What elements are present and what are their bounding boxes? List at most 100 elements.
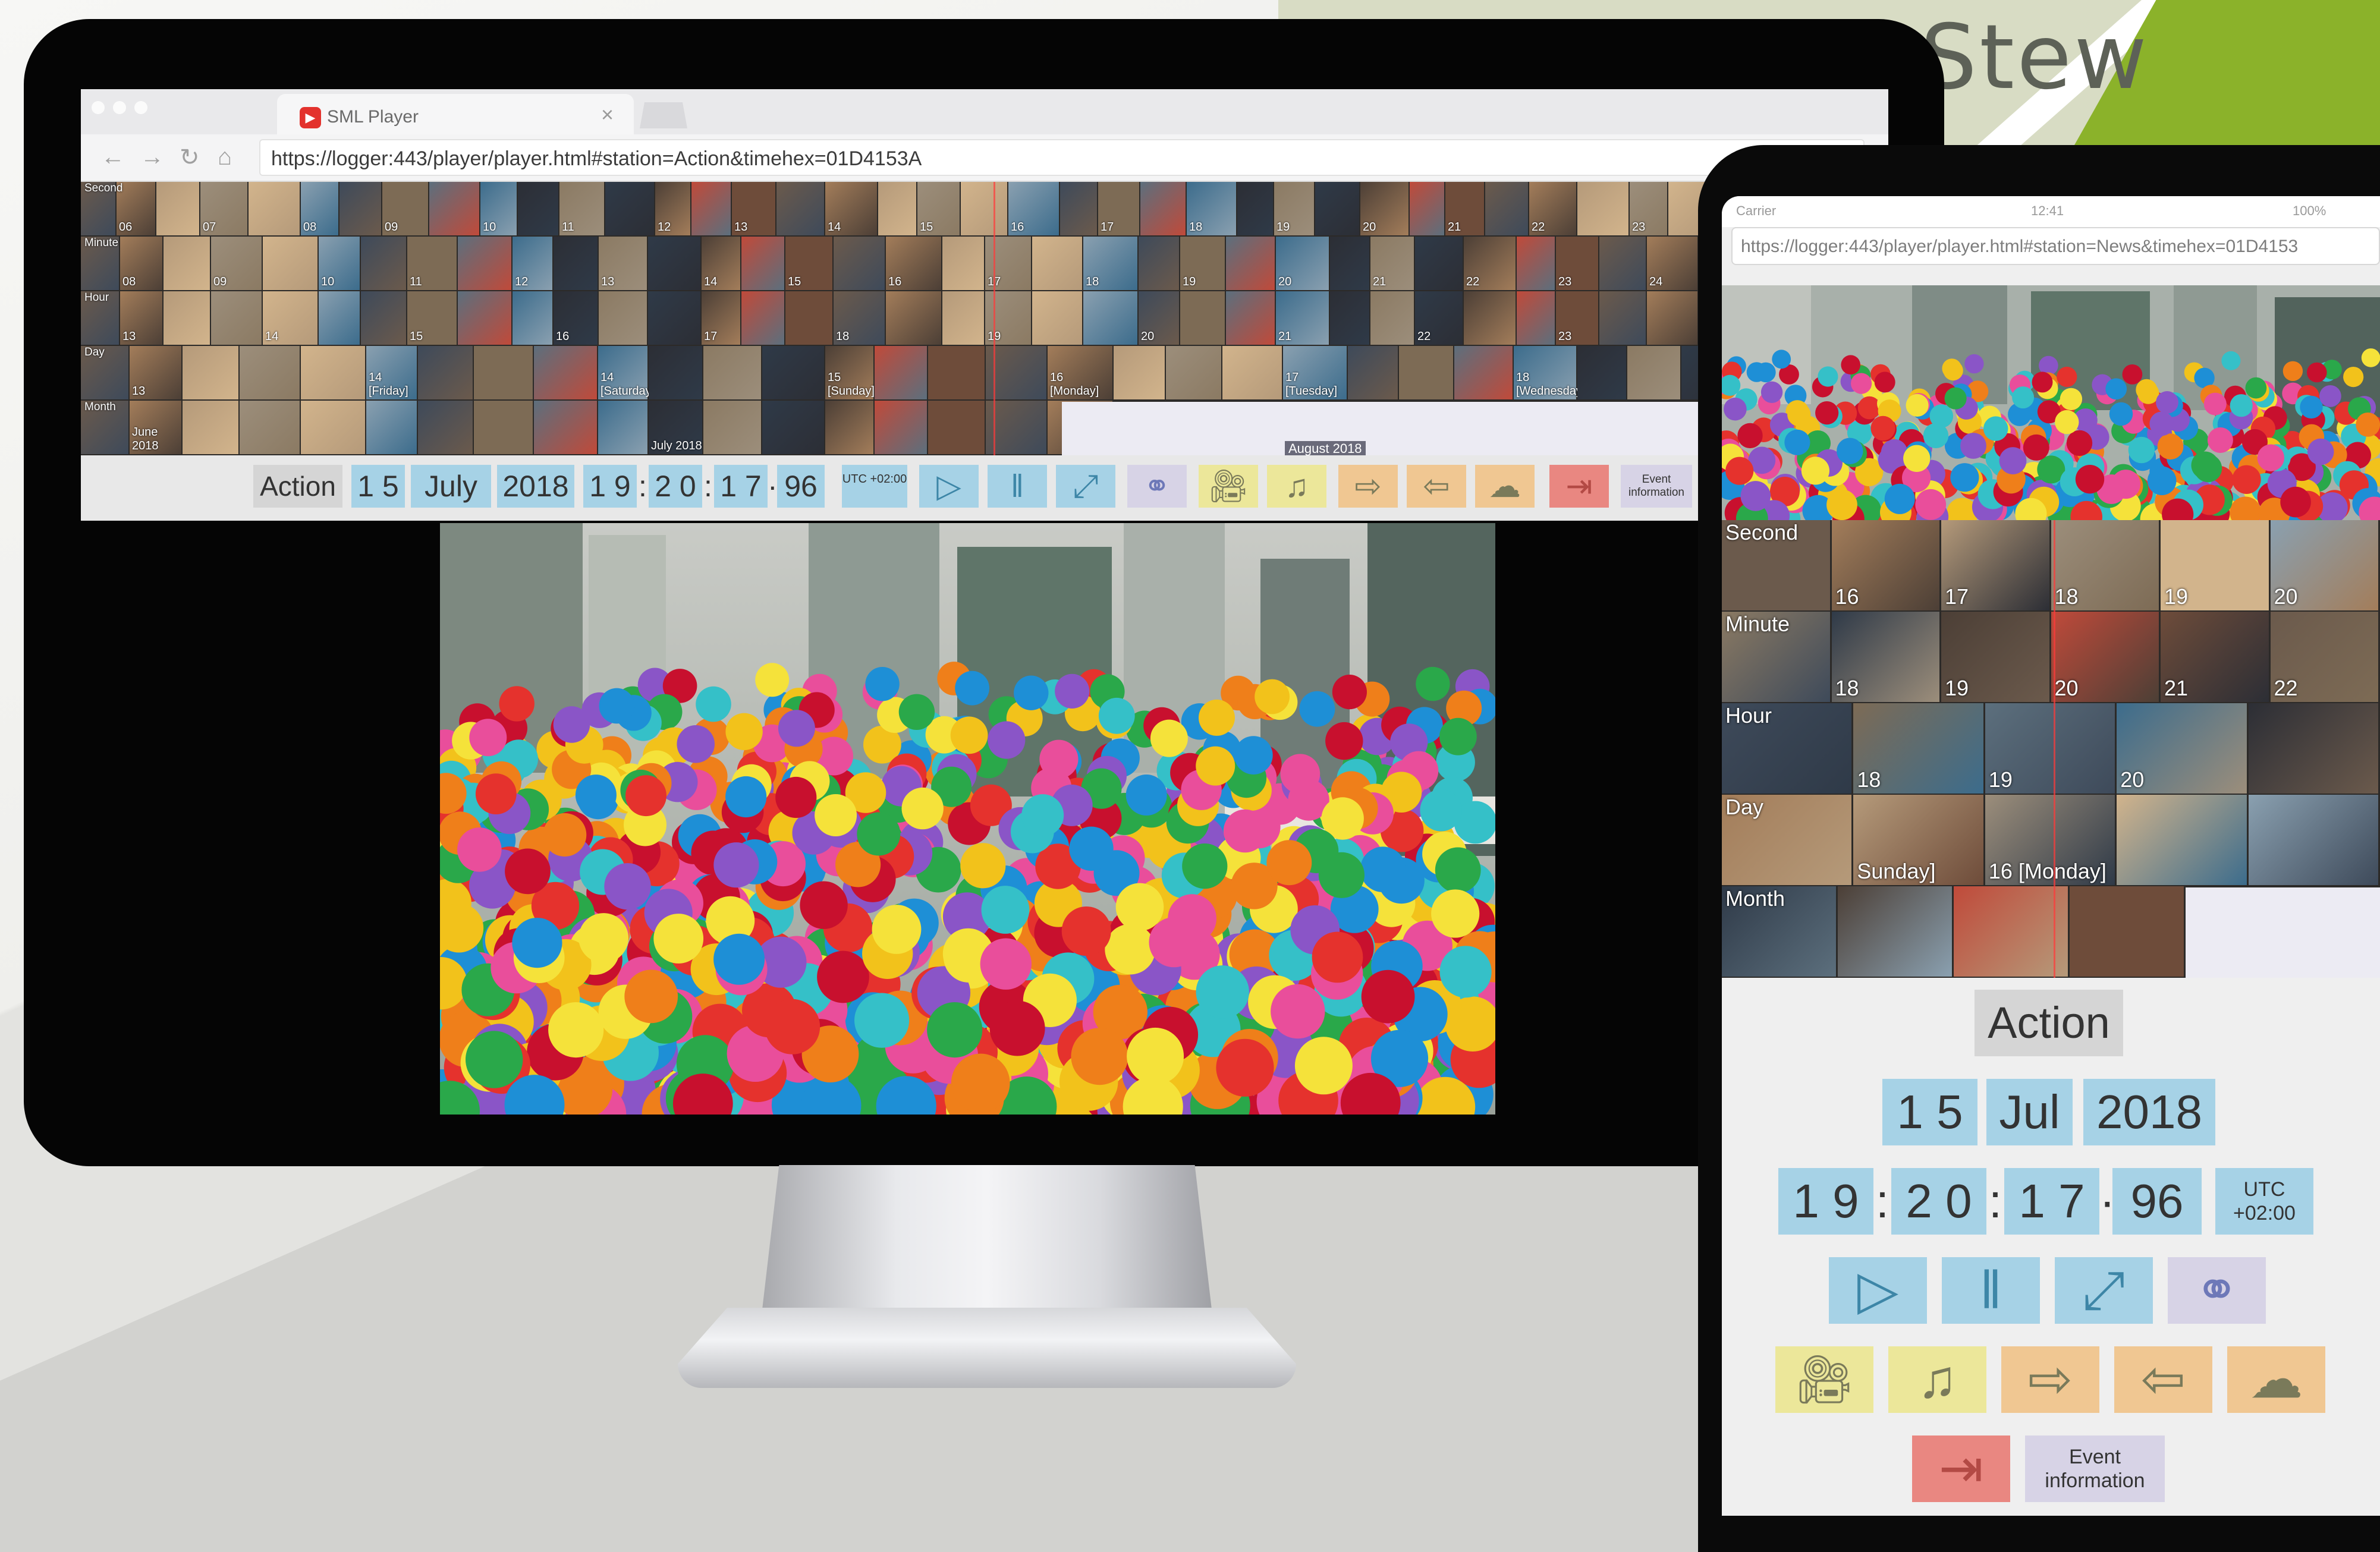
timeline-thumbnail[interactable]: 16 [Monday] (1048, 346, 1112, 399)
timeline-thumbnail[interactable]: 15 (785, 237, 832, 290)
timeline-thumbnail[interactable] (429, 182, 479, 235)
video-button[interactable]: 🎥︎ (1199, 465, 1258, 508)
timeline-thumbnail[interactable]: 12 (513, 237, 552, 290)
mobile-event-information-button[interactable]: Event information (2025, 1435, 2165, 1502)
timeline-thumbnail[interactable] (1060, 182, 1097, 235)
timeline-thumbnail-strip[interactable]: Second Minute Hour Day Month 06 07 08 09 10 1… (81, 182, 1888, 455)
timeline-thumbnail[interactable] (834, 237, 885, 290)
timeline-thumbnail[interactable] (1330, 291, 1369, 345)
timeline-thumbnail[interactable] (928, 346, 985, 399)
timeline-thumbnail[interactable] (776, 182, 824, 235)
timeline-thumbnail[interactable] (554, 237, 598, 290)
timeline-thumbnail[interactable] (1226, 237, 1275, 290)
mobile-url-input[interactable]: https://logger:443/player/player.html#st… (1731, 227, 2380, 265)
timeline-thumbnail[interactable]: 15 (917, 182, 960, 235)
timeline-thumbnail[interactable]: 10 (319, 237, 360, 290)
pause-button[interactable]: ‖ (988, 465, 1047, 508)
timeline-thumbnail[interactable] (1415, 237, 1463, 290)
timeline-thumbnail[interactable] (691, 182, 731, 235)
timeline-thumbnail[interactable]: 08 (301, 182, 338, 235)
timeline-thumbnail[interactable] (240, 346, 300, 399)
mobile-hour-field[interactable]: 1 9 (1778, 1168, 1873, 1235)
timeline-thumbnail[interactable]: 10 (480, 182, 517, 235)
timeline-thumbnail[interactable]: 23 (1630, 182, 1667, 235)
mobile-timeline-thumbnail[interactable]: 16 (1831, 520, 1939, 610)
mobile-timeline-thumbnail[interactable]: 22 (2270, 612, 2378, 702)
back-icon[interactable]: ← (101, 144, 125, 171)
timeline-thumbnail[interactable] (1454, 346, 1513, 399)
mobile-timeline-thumbnail[interactable]: 20 (2051, 612, 2159, 702)
timeline-thumbnail[interactable]: 18 [Wednesday] (1514, 346, 1585, 399)
timeline-thumbnail[interactable]: 15 (407, 291, 457, 345)
mobile-timeline-thumbnail[interactable]: 21 (2161, 612, 2269, 702)
tab-sml-player[interactable]: ▶ SML Player × (277, 94, 634, 134)
mobile-download-button[interactable]: ☁ (2227, 1346, 2325, 1413)
timeline-thumbnail[interactable]: 11 (559, 182, 604, 235)
timeline-thumbnail[interactable] (1399, 346, 1453, 399)
mobile-timeline-thumbnail[interactable] (2248, 795, 2378, 885)
timeline-thumbnail[interactable] (1226, 291, 1275, 345)
window-minimize-dot[interactable] (113, 101, 126, 114)
timeline-thumbnail[interactable] (164, 291, 210, 345)
timeline-thumbnail[interactable]: 22 (1464, 237, 1516, 290)
timeline-thumbnail[interactable]: 17 [Tuesday] (1283, 346, 1347, 399)
mobile-centisecond-field[interactable]: 96 (2112, 1168, 2202, 1235)
timeline-thumbnail[interactable] (875, 401, 927, 454)
mobile-timeline-thumbnail[interactable]: 17 (1941, 520, 2049, 610)
timeline-thumbnail[interactable] (942, 237, 984, 290)
mobile-next-button[interactable]: ⇨ (2001, 1346, 2099, 1413)
timeline-thumbnail[interactable] (703, 346, 761, 399)
timeline-thumbnail[interactable] (703, 401, 761, 454)
mobile-year-field[interactable]: 2018 (2083, 1079, 2215, 1145)
timeline-row-minute[interactable]: 0809101112131415161718192021222324252627 (81, 237, 1888, 291)
mobile-exit-button[interactable]: ⇥ (1912, 1435, 2010, 1502)
timeline-thumbnail[interactable] (361, 237, 406, 290)
timeline-thumbnail[interactable]: 14 (263, 291, 317, 345)
timeline-thumbnail[interactable] (301, 346, 365, 399)
timeline-thumbnail[interactable] (263, 237, 317, 290)
mobile-timeline-thumbnail[interactable]: 20 (2270, 520, 2378, 610)
mobile-timeline-thumbnail[interactable]: 18 (1831, 612, 1939, 702)
timeline-thumbnail[interactable] (762, 346, 824, 399)
timeline-thumbnail[interactable] (599, 291, 647, 345)
timeline-thumbnail[interactable]: 13 (732, 182, 775, 235)
centisecond-field[interactable]: 96 (777, 465, 825, 508)
timeline-thumbnail[interactable]: 14 [Friday] (366, 346, 417, 399)
mobile-timeline-thumbnail[interactable]: 18 (2051, 520, 2159, 610)
timeline-thumbnail[interactable] (156, 182, 199, 235)
hour-field[interactable]: 1 9 (583, 465, 637, 508)
timeline-thumbnail[interactable]: 22 (1415, 291, 1463, 345)
timeline-thumbnail[interactable]: 19 (1274, 182, 1314, 235)
timeline-thumbnail[interactable] (1370, 291, 1414, 345)
mobile-second-field[interactable]: 1 7 (2004, 1168, 2099, 1235)
timeline-thumbnail[interactable] (319, 291, 360, 345)
timeline-thumbnail[interactable]: 18 (1187, 182, 1236, 235)
timeline-thumbnail[interactable] (762, 401, 824, 454)
timeline-thumbnail[interactable] (1577, 182, 1628, 235)
mobile-play-button[interactable]: ▷ (1829, 1257, 1927, 1324)
timeline-thumbnail[interactable]: 21 (1370, 237, 1414, 290)
timeline-thumbnail[interactable] (1517, 291, 1555, 345)
timeline-thumbnail[interactable]: 16 (886, 237, 941, 290)
timeline-row-second[interactable]: 0607080910111213141516171819202122232425… (81, 182, 1888, 237)
mobile-timeline-thumbnail[interactable]: 19 (2161, 520, 2269, 610)
video-frame[interactable] (440, 523, 1495, 1115)
mobile-link-button[interactable]: ⚭ (2168, 1257, 2266, 1324)
new-tab-button[interactable] (640, 102, 687, 128)
timeline-thumbnail[interactable] (1464, 291, 1516, 345)
timeline-thumbnail[interactable] (598, 401, 647, 454)
mobile-video-frame[interactable] (1722, 285, 2380, 520)
timeline-thumbnail[interactable] (249, 182, 300, 235)
mobile-playhead-line[interactable] (2054, 520, 2055, 978)
timeline-thumbnail[interactable] (366, 401, 417, 454)
timeline-row-day[interactable]: 13 14 [Friday] 14 [Saturday] 15 [Sunday] 16 … (81, 346, 1888, 401)
mobile-day-field[interactable]: 1 5 (1882, 1079, 1977, 1145)
timeline-thumbnail[interactable]: 13 (130, 346, 181, 399)
timeline-thumbnail[interactable] (518, 182, 558, 235)
utc-offset-button[interactable]: UTC +02:00 (842, 465, 907, 508)
timeline-thumbnail[interactable] (1140, 182, 1186, 235)
timeline-thumbnail[interactable] (961, 182, 1007, 235)
timeline-thumbnail[interactable] (942, 291, 984, 345)
exit-button[interactable]: ⇥ (1549, 465, 1609, 508)
window-maximize-dot[interactable] (134, 101, 147, 114)
